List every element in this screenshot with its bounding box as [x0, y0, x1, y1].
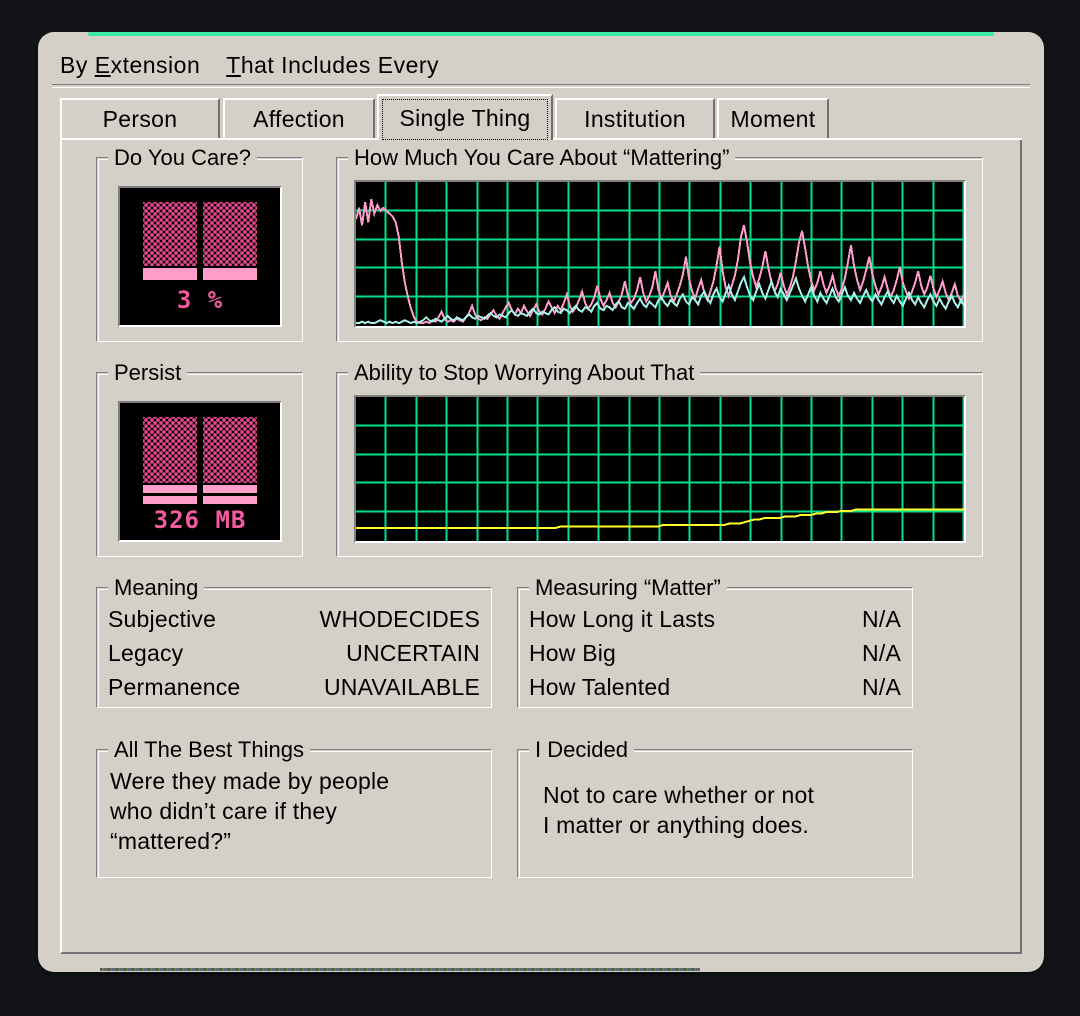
groupbox-persist: Persist 326 MB [96, 361, 303, 557]
groupbox-ability-to-stop-worrying: Ability to Stop Worrying About That [336, 361, 983, 557]
groupbox-meaning: Meaning Subjective WHODECIDES Legacy UNC… [96, 576, 492, 708]
tab-single-thing[interactable]: Single Thing [377, 94, 553, 140]
gauge-dither-left [143, 417, 197, 483]
menu-bar: By Extension That Includes Every [38, 46, 1044, 84]
tab-person[interactable]: Person [60, 98, 220, 138]
gauge-value-persist: 326 MB [153, 506, 247, 534]
gauge-value-do-you-care: 3 % [176, 286, 224, 314]
groupbox-meaning-title: Meaning [108, 576, 205, 600]
menu-item-that-includes-every-accel: T [226, 51, 241, 78]
groupbox-i-decided: I Decided Not to care whether or not I m… [517, 738, 913, 878]
stat-row-how-big: How Big N/A [529, 636, 901, 670]
gauge-solid-bar-right [203, 485, 257, 493]
menu-item-that-includes-every-suffix: hat Includes Every [240, 51, 440, 78]
groupbox-ability-to-stop-worrying-title: Ability to Stop Worrying About That [348, 361, 701, 385]
menu-item-by-extension-accel: E [94, 51, 111, 78]
menu-bar-separator [52, 84, 1030, 88]
stat-key-how-long-it-lasts: How Long it Lasts [529, 605, 716, 632]
stat-key-how-talented: How Talented [529, 673, 671, 700]
tab-institution-label: Institution [584, 105, 686, 132]
stat-value-permanence: UNAVAILABLE [323, 673, 480, 700]
groupbox-all-the-best-things: All The Best Things Were they made by pe… [96, 738, 492, 878]
tab-person-label: Person [102, 105, 178, 132]
stat-key-subjective: Subjective [108, 605, 217, 632]
graph-canvas-mattering [356, 182, 964, 326]
application-window: By Extension That Includes Every Person … [38, 32, 1044, 972]
stat-row-how-long-it-lasts: How Long it Lasts N/A [529, 602, 901, 636]
stat-row-subjective: Subjective WHODECIDES [108, 602, 480, 636]
desktop-background: By Extension That Includes Every Person … [0, 0, 1080, 1016]
gauge-dither-right [203, 202, 257, 266]
menu-item-by-extension-prefix: By [60, 51, 95, 78]
stat-value-how-big: N/A [862, 639, 901, 666]
tab-moment-label: Moment [730, 105, 816, 132]
graph-canvas-ability [356, 397, 964, 541]
prose-i-decided: Not to care whether or not I matter or a… [543, 780, 903, 840]
tab-single-thing-label: Single Thing [399, 104, 531, 131]
graph-display-mattering [354, 180, 966, 328]
gauge-bars-do-you-care [143, 202, 257, 280]
menu-item-by-extension[interactable]: By Extension [60, 52, 200, 79]
prose-line: who didn’t care if they [110, 798, 338, 824]
tab-page-single-thing: Do You Care? 3 % Persist 326 MB How Much… [60, 138, 1022, 954]
stat-value-legacy: UNCERTAIN [346, 639, 480, 666]
tab-strip: Person Affection Single Thing Institutio… [60, 94, 1020, 140]
groupbox-measuring-matter-title: Measuring “Matter” [529, 576, 727, 600]
prose-line: “mattered?” [110, 828, 232, 854]
stat-row-how-talented: How Talented N/A [529, 670, 901, 704]
gauge-solid-bar-right-2 [203, 496, 257, 504]
tab-institution[interactable]: Institution [555, 98, 715, 138]
stat-key-legacy: Legacy [108, 639, 184, 666]
prose-line: I matter or anything does. [543, 812, 810, 838]
graph-display-ability [354, 395, 966, 543]
groupbox-how-much-you-care-title: How Much You Care About “Mattering” [348, 146, 736, 170]
stat-key-permanence: Permanence [108, 673, 241, 700]
menu-item-by-extension-suffix: xtension [110, 51, 201, 78]
stat-row-legacy: Legacy UNCERTAIN [108, 636, 480, 670]
gauge-display-do-you-care: 3 % [118, 186, 282, 327]
tab-affection[interactable]: Affection [223, 98, 375, 138]
tab-affection-label: Affection [253, 105, 345, 132]
gauge-solid-bar-left-2 [143, 496, 197, 504]
stat-value-subjective: WHODECIDES [319, 605, 480, 632]
stat-value-how-long-it-lasts: N/A [862, 605, 901, 632]
tab-moment[interactable]: Moment [717, 98, 829, 138]
gauge-solid-bar-left [143, 485, 197, 493]
prose-line: Were they made by people [110, 768, 390, 794]
window-client-area: By Extension That Includes Every Person … [38, 36, 1044, 972]
groupbox-all-the-best-things-title: All The Best Things [108, 738, 310, 762]
gauge-dither-right [203, 417, 257, 483]
gauge-solid-bar-right [203, 268, 257, 280]
gauge-dither-left [143, 202, 197, 266]
gauge-solid-bar-left [143, 268, 197, 280]
gauge-display-persist: 326 MB [118, 401, 282, 542]
groupbox-how-much-you-care: How Much You Care About “Mattering” [336, 146, 983, 342]
menu-item-that-includes-every[interactable]: That Includes Every [226, 52, 439, 79]
window-bottom-content-sliver [100, 968, 700, 971]
stat-value-how-talented: N/A [862, 673, 901, 700]
groupbox-i-decided-title: I Decided [529, 738, 634, 762]
groupbox-measuring-matter: Measuring “Matter” How Long it Lasts N/A… [517, 576, 913, 708]
groupbox-persist-title: Persist [108, 361, 188, 385]
gauge-bars-persist [143, 417, 257, 504]
groupbox-do-you-care: Do You Care? 3 % [96, 146, 303, 342]
stat-row-permanence: Permanence UNAVAILABLE [108, 670, 480, 704]
prose-all-the-best-things: Were they made by people who didn’t care… [110, 766, 482, 856]
stat-key-how-big: How Big [529, 639, 617, 666]
groupbox-do-you-care-title: Do You Care? [108, 146, 257, 170]
prose-line: Not to care whether or not [543, 782, 815, 808]
